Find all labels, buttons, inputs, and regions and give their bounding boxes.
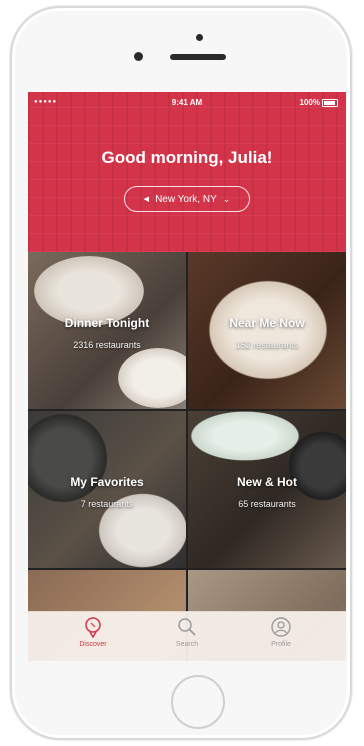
tab-discover[interactable]: Discover [53,616,133,648]
app-screen: ●●●●● 9:41 AM 100% Good morning, Julia! … [28,92,346,661]
battery-percent: 100% [299,98,320,107]
location-selector[interactable]: ◀ New York, NY ⌄ [124,186,250,212]
tile-title: My Favorites [70,475,144,489]
location-label: New York, NY [155,193,217,205]
tab-search[interactable]: Search [147,616,227,648]
home-button[interactable] [171,675,225,729]
tile-count: 7 restaurants [80,499,134,509]
plate-image [190,411,300,461]
tile-count: 152 restaurants [235,340,299,350]
front-camera [134,52,143,61]
tile-title: Near Me Now [229,316,305,330]
category-tile-near-me-now[interactable]: Near Me Now 152 restaurants [188,252,346,409]
discover-icon [85,617,101,638]
front-sensor [196,34,203,41]
tab-label: Profile [271,641,291,648]
greeting-title: Good morning, Julia! [101,148,273,167]
category-tile-dinner-tonight[interactable]: Dinner Tonight 2316 restaurants [28,252,186,409]
battery-icon [322,99,338,107]
category-tile-new-and-hot[interactable]: New & Hot 65 restaurants [188,411,346,568]
tile-title: New & Hot [237,475,297,489]
tab-label: Search [175,641,199,648]
category-tile-my-favorites[interactable]: My Favorites 7 restaurants [28,411,186,568]
plate-image [208,280,328,380]
tab-profile[interactable]: Profile [241,616,321,648]
earpiece-speaker [170,54,226,60]
tab-label: Discover [79,641,107,648]
tile-count: 2316 restaurants [73,340,141,350]
profile-icon [271,617,291,637]
status-bar: ●●●●● 9:41 AM 100% [28,96,346,110]
header: ●●●●● 9:41 AM 100% Good morning, Julia! … [28,92,346,252]
tile-count: 65 restaurants [238,499,296,509]
tab-bar: Discover Search Profile [28,611,346,661]
tile-title: Dinner Tonight [64,316,150,330]
search-icon [178,618,196,636]
status-time: 9:41 AM [171,98,203,107]
location-arrow-icon: ◀ [143,196,150,203]
chevron-down-icon: ⌄ [222,193,231,204]
